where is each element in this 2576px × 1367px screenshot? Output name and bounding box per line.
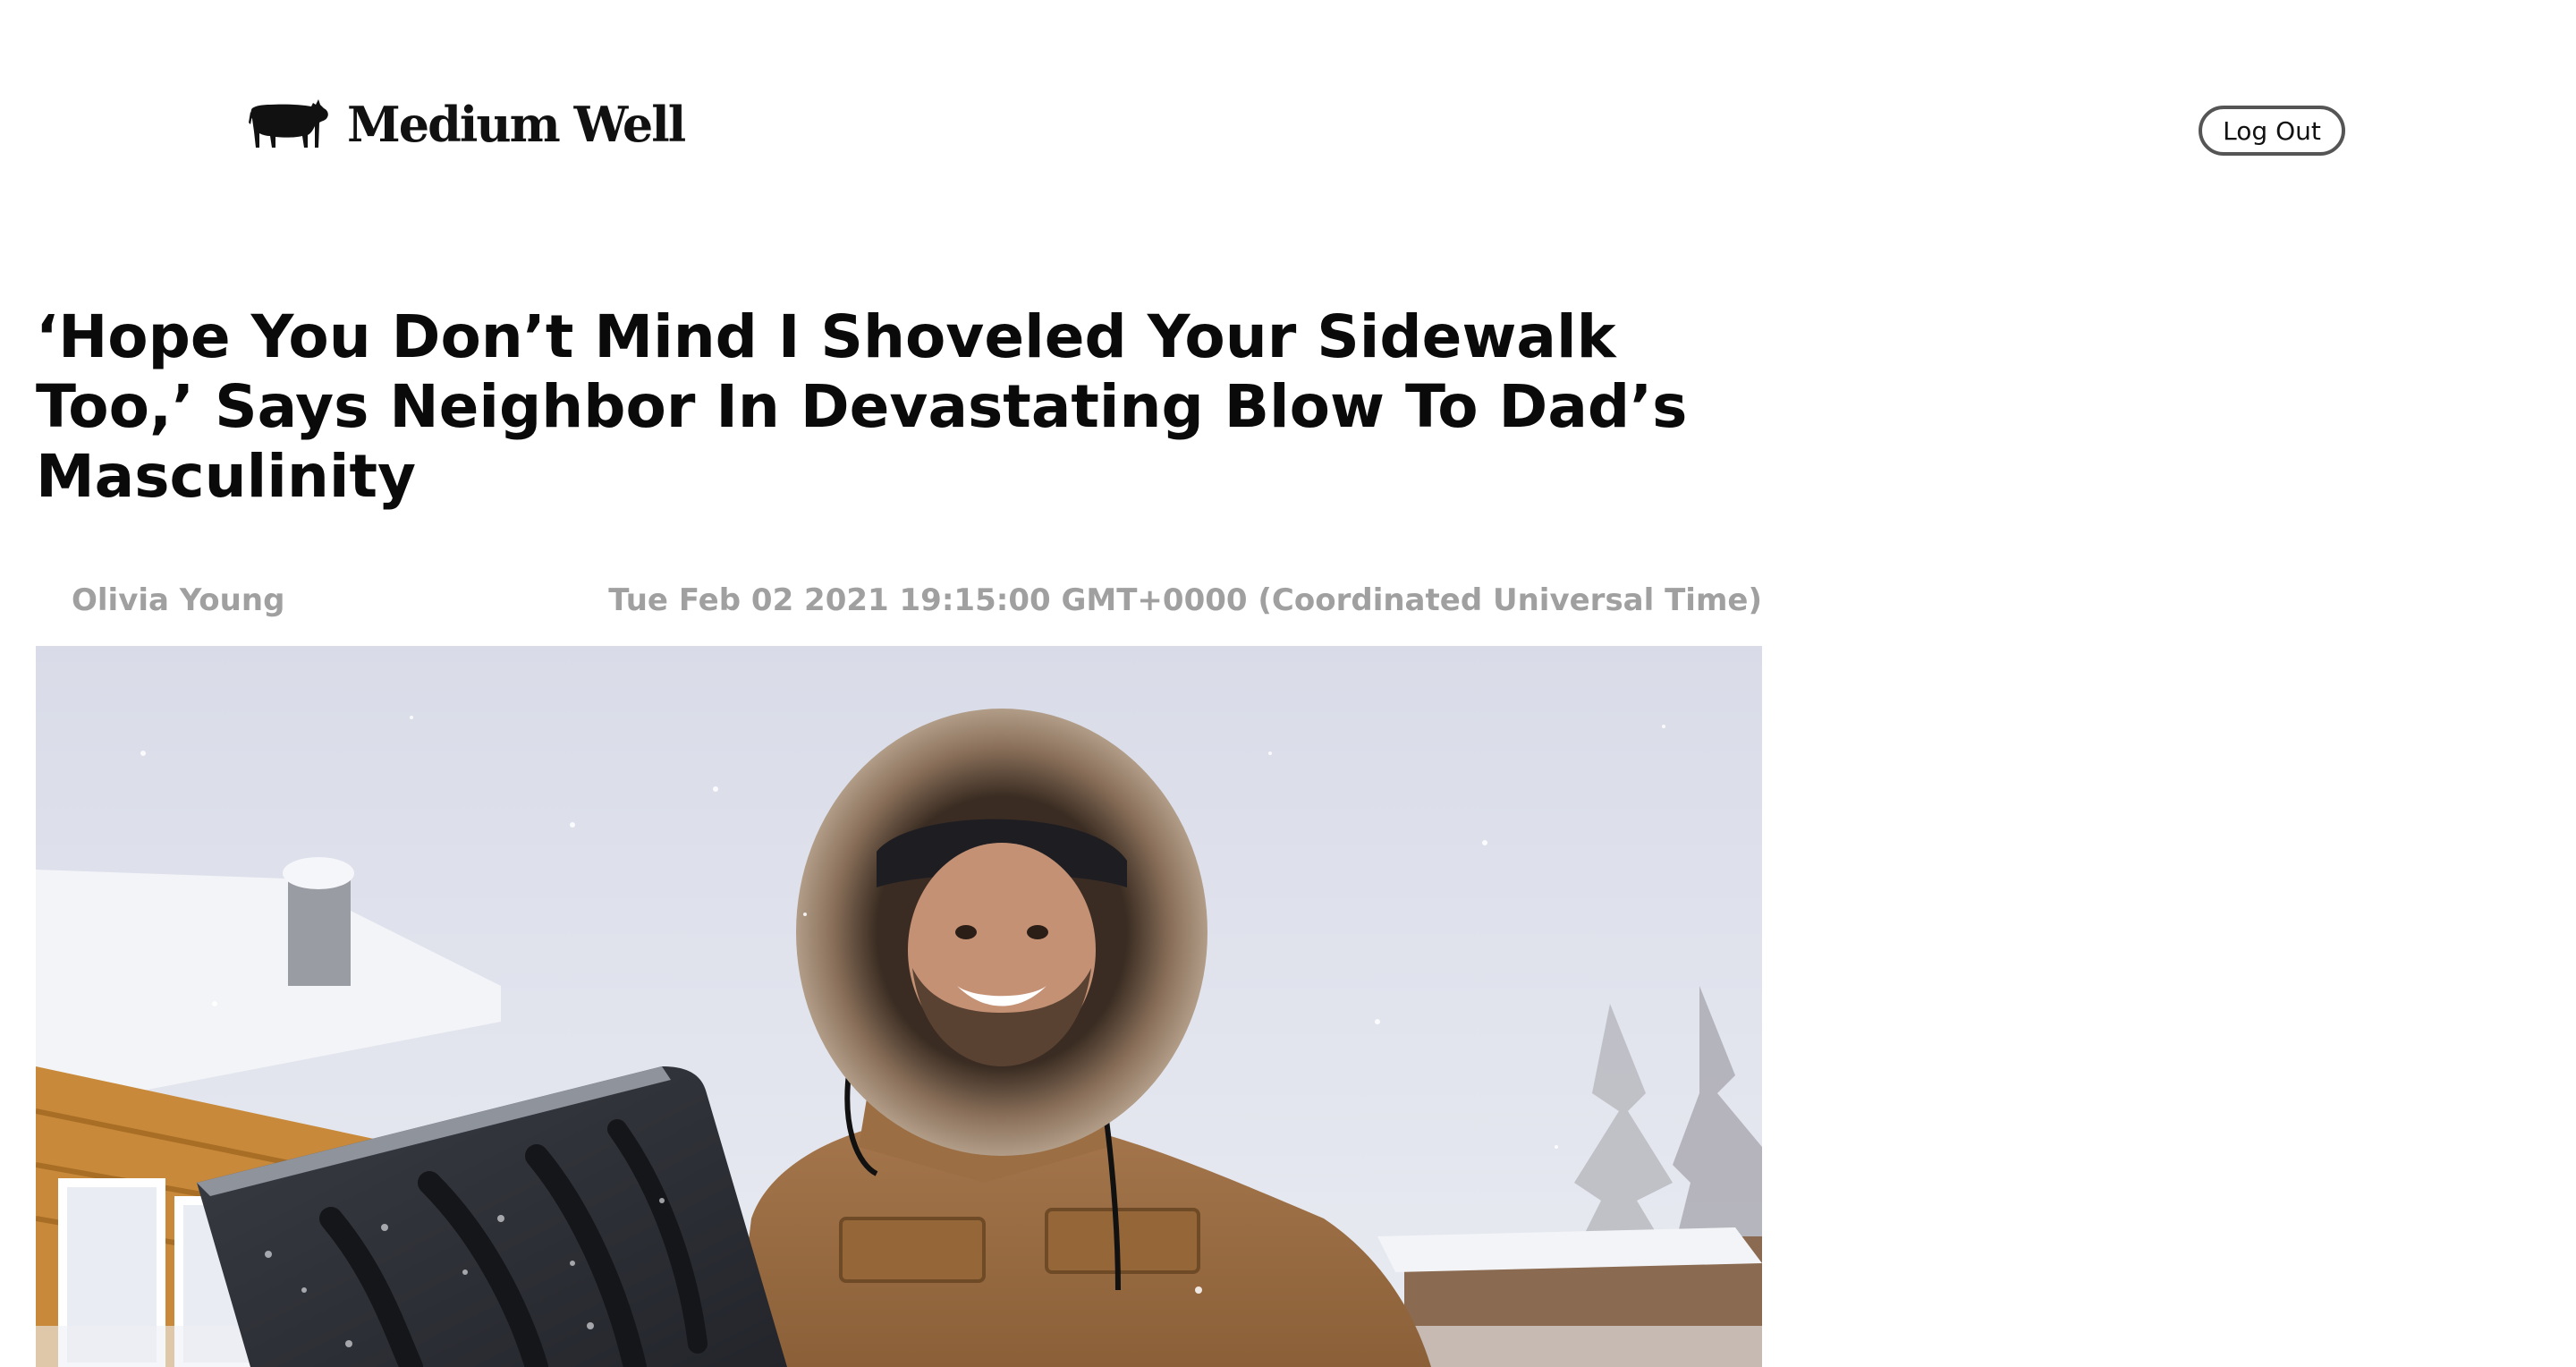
article-author[interactable]: Olivia Young: [72, 582, 284, 618]
article-byline: Olivia Young Tue Feb 02 2021 19:15:00 GM…: [36, 578, 1762, 623]
hero-photo: [36, 646, 1762, 1367]
cow-icon: [249, 99, 328, 148]
page: Medium Well Log Out ‘Hope You Don’t Mind…: [0, 0, 2576, 1367]
article-hero-image: [36, 646, 1762, 1367]
brand-name: Medium Well: [347, 96, 686, 153]
log-out-button[interactable]: Log Out: [2199, 106, 2345, 156]
article-headline: ‘Hope You Don’t Mind I Shoveled Your Sid…: [36, 302, 1688, 511]
article-date: Tue Feb 02 2021 19:15:00 GMT+0000 (Coord…: [608, 582, 1762, 618]
site-logo[interactable]: Medium Well: [249, 93, 686, 156]
site-header: Medium Well Log Out: [0, 0, 2576, 197]
